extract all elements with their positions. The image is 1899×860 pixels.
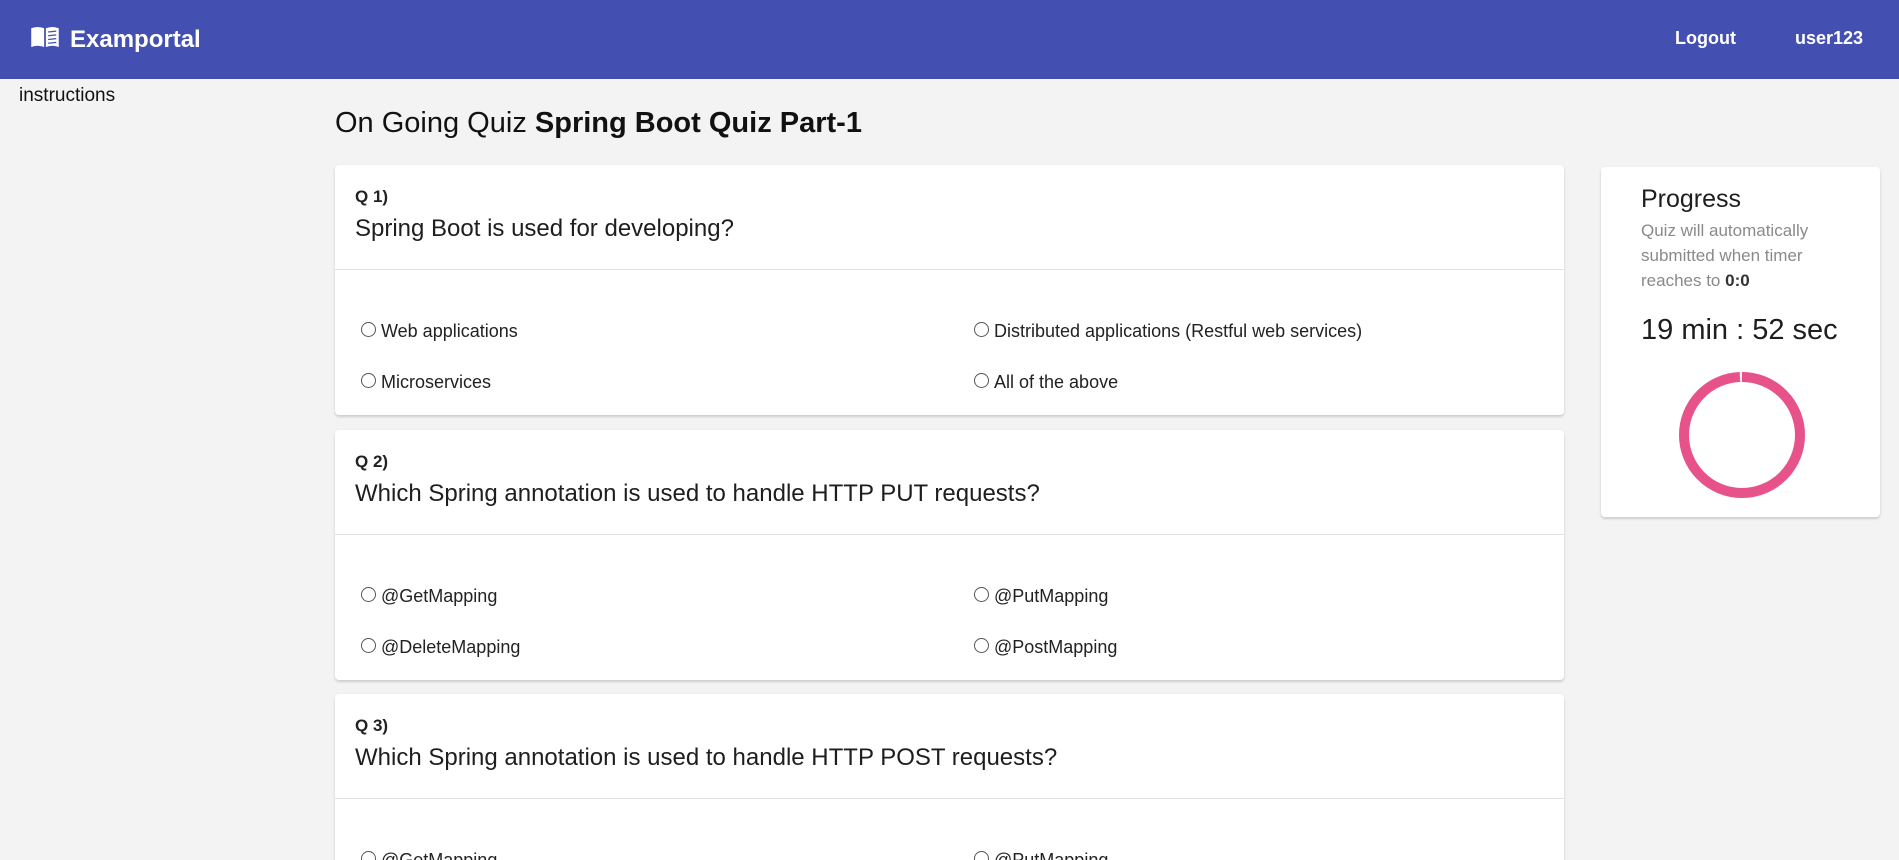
answer-option[interactable]: @GetMapping — [361, 850, 497, 860]
option-label: @PutMapping — [994, 850, 1109, 860]
radio-button[interactable] — [361, 322, 376, 337]
option-label: Web applications — [381, 321, 518, 341]
answer-option[interactable]: @PutMapping — [974, 850, 1108, 860]
divider — [335, 798, 1564, 799]
answer-option[interactable]: Distributed applications (Restful web se… — [974, 321, 1362, 342]
quiz-name: Spring Boot Quiz Part-1 — [534, 107, 862, 139]
progress-title: Progress — [1641, 185, 1742, 213]
page-title-prefix: On Going Quiz — [335, 107, 527, 139]
radio-button[interactable] — [361, 638, 376, 653]
option-label: @PostMapping — [994, 637, 1118, 657]
radio-button[interactable] — [361, 373, 376, 388]
timer-ring-arc — [1679, 372, 1805, 498]
page-title: On Going Quiz Spring Boot Quiz Part-1 — [335, 107, 862, 140]
radio-button[interactable] — [974, 638, 989, 653]
divider — [335, 534, 1564, 535]
radio-button[interactable] — [974, 851, 989, 860]
progress-card: Progress Quiz will automatically submitt… — [1601, 167, 1880, 517]
option-label: @GetMapping — [381, 850, 498, 860]
question-text: Which Spring annotation is used to handl… — [355, 480, 1040, 507]
radio-button[interactable] — [974, 373, 989, 388]
top-navbar: Examportal Logout user123 — [0, 0, 1899, 79]
question-text: Spring Boot is used for developing? — [355, 215, 734, 242]
question-text: Which Spring annotation is used to handl… — [355, 744, 1058, 771]
radio-button[interactable] — [974, 322, 989, 337]
question-card: Q 3) Which Spring annotation is used to … — [335, 694, 1564, 860]
logout-button[interactable]: Logout — [1675, 28, 1736, 49]
option-label: Microservices — [381, 372, 492, 392]
timer-progress-ring — [1679, 372, 1805, 498]
question-number: Q 2) — [355, 452, 389, 471]
option-label: Distributed applications (Restful web se… — [994, 321, 1363, 341]
option-label: All of the above — [994, 372, 1119, 392]
radio-button[interactable] — [361, 851, 376, 860]
username-link[interactable]: user123 — [1795, 28, 1863, 49]
countdown-timer: 19 min : 52 sec — [1641, 314, 1838, 346]
question-number: Q 1) — [355, 187, 389, 206]
radio-button[interactable] — [361, 587, 376, 602]
answer-option[interactable]: @DeleteMapping — [361, 637, 520, 658]
answer-option[interactable]: Web applications — [361, 321, 518, 342]
option-label: @GetMapping — [381, 586, 498, 606]
sidebar-instructions-label: instructions — [19, 85, 116, 106]
answer-option[interactable]: @PostMapping — [974, 637, 1117, 658]
brand-link[interactable]: Examportal — [30, 24, 201, 55]
question-number: Q 3) — [355, 716, 389, 735]
auto-submit-note: Quiz will automatically submitted when t… — [1641, 218, 1841, 293]
answer-option[interactable]: @PutMapping — [974, 586, 1108, 607]
auto-submit-time: 0:0 — [1725, 271, 1750, 290]
answer-option[interactable]: @GetMapping — [361, 586, 497, 607]
open-book-icon — [30, 24, 60, 55]
option-label: @DeleteMapping — [381, 637, 521, 657]
option-label: @PutMapping — [994, 586, 1109, 606]
answer-option[interactable]: Microservices — [361, 372, 491, 393]
answer-option[interactable]: All of the above — [974, 372, 1118, 393]
divider — [335, 269, 1564, 270]
question-card: Q 1) Spring Boot is used for developing?… — [335, 165, 1564, 415]
radio-button[interactable] — [974, 587, 989, 602]
question-card: Q 2) Which Spring annotation is used to … — [335, 430, 1564, 680]
brand-title: Examportal — [70, 25, 201, 53]
